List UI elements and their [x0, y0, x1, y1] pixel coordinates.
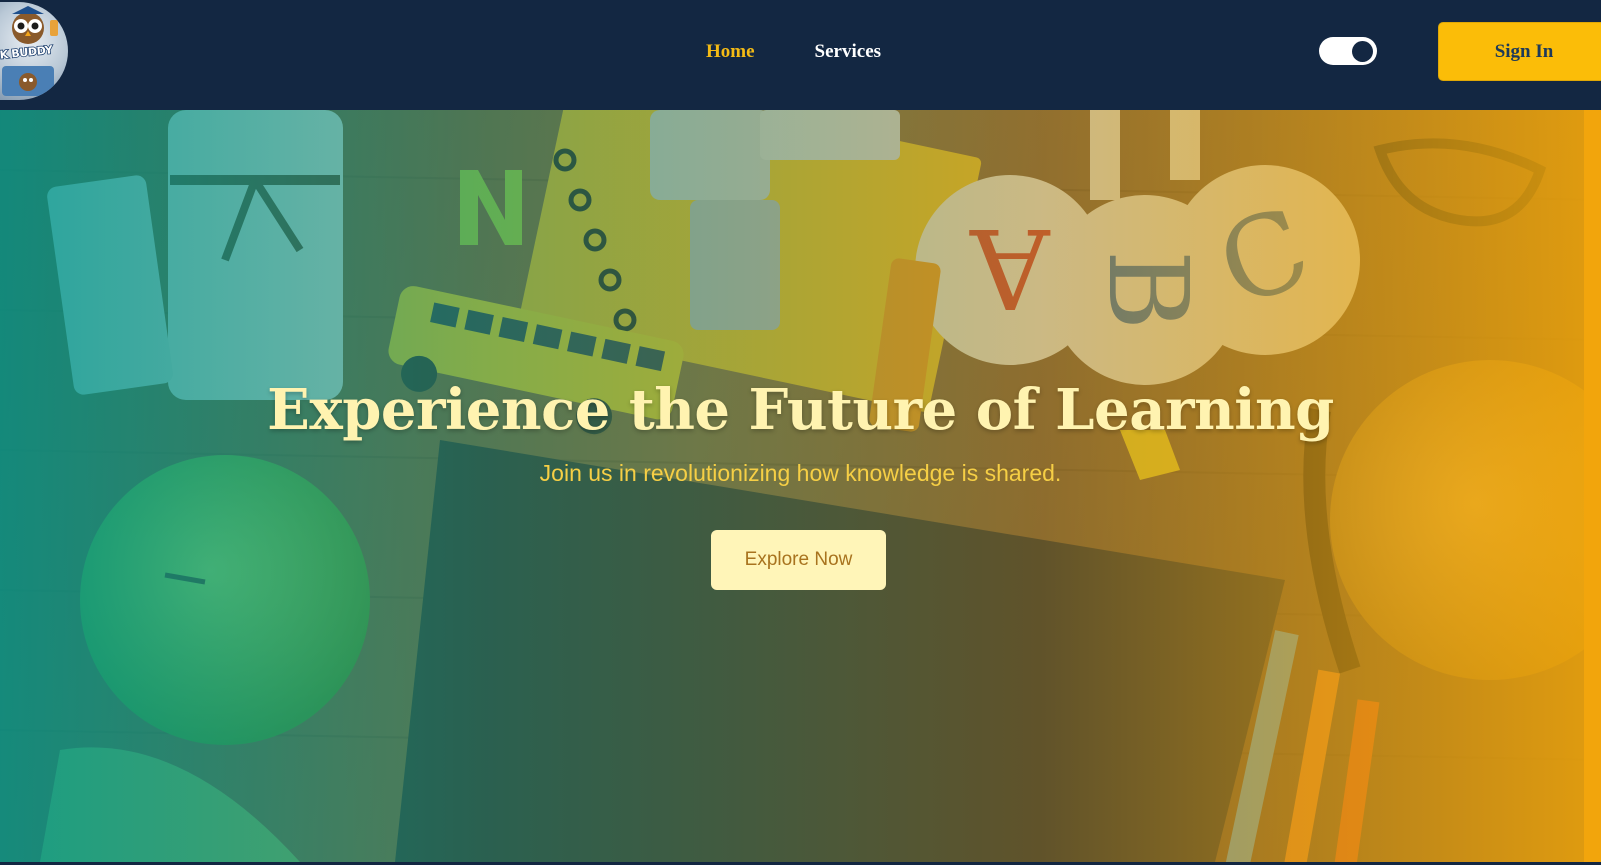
sign-in-button[interactable]: Sign In — [1438, 22, 1601, 81]
nav-link-home[interactable]: Home — [706, 41, 755, 63]
hero-title: Experience the Future of Learning — [267, 377, 1334, 443]
theme-toggle[interactable] — [1319, 37, 1377, 65]
main-nav: Home Services — [706, 38, 881, 66]
hero-section: A B C — [0, 110, 1601, 862]
brand-logo[interactable]: SK BUDDY — [0, 2, 68, 100]
hero-subtitle: Join us in revolutionizing how knowledge… — [539, 460, 1062, 486]
navbar: SK BUDDY Home Services Sign In — [0, 0, 1601, 110]
nav-link-services[interactable]: Services — [815, 41, 881, 63]
toggle-knob — [1352, 41, 1373, 62]
explore-now-button[interactable]: Explore Now — [711, 530, 886, 590]
